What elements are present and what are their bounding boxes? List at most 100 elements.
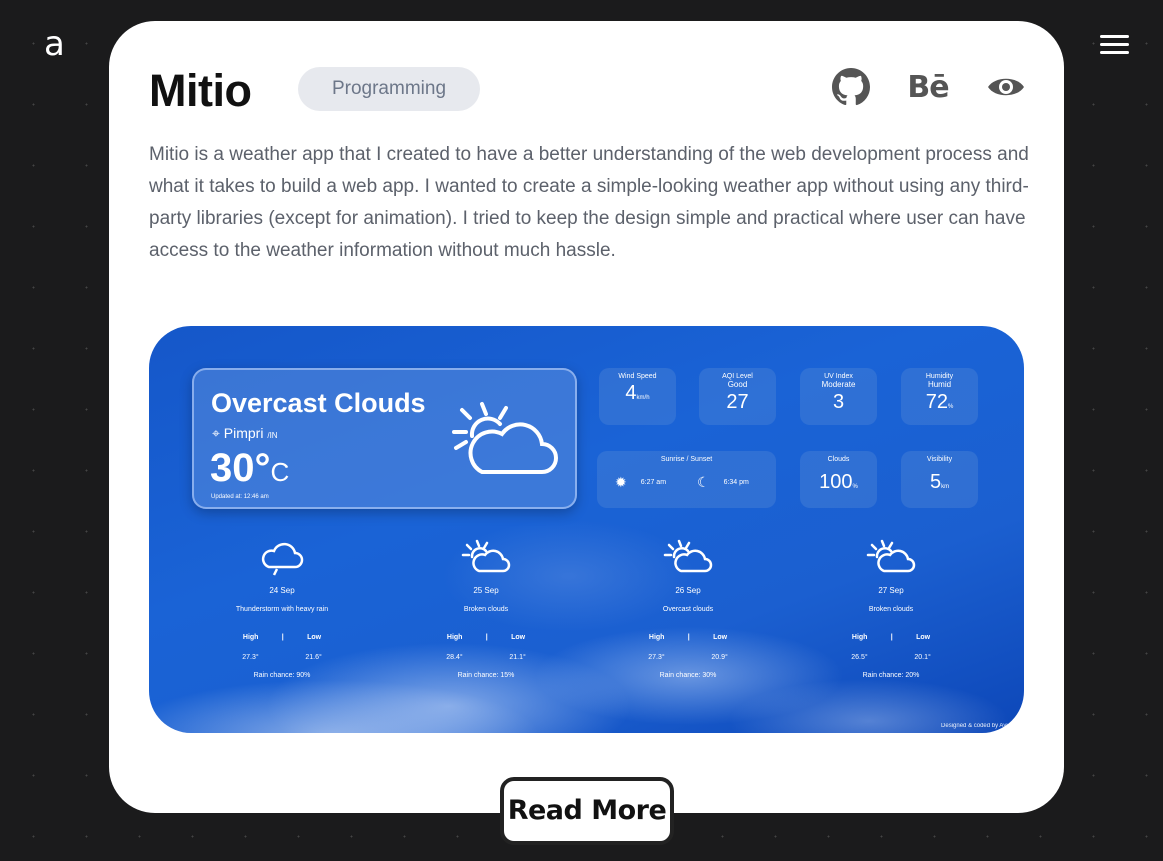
clouds-value: 100% xyxy=(800,471,877,494)
location-pin-icon: ⌖ xyxy=(212,425,220,441)
low-label: Low xyxy=(916,634,931,641)
visibility-label: Visibility xyxy=(926,456,953,463)
visibility-unit: km xyxy=(941,484,950,490)
category-tag: Programming xyxy=(298,67,480,111)
uv-label: UV Index xyxy=(824,373,853,380)
sun-cloud-icon xyxy=(866,539,916,573)
wind-number: 4 xyxy=(625,382,637,404)
forecast-date: 26 Sep xyxy=(675,586,701,595)
sun-cloud-icon xyxy=(461,539,511,573)
forecast-hl-values: 27.3° 21.6° xyxy=(192,654,372,661)
humidity-unit: % xyxy=(947,404,954,410)
eye-icon[interactable] xyxy=(985,67,1027,107)
current-condition: Overcast Clouds xyxy=(211,388,426,418)
high-label: High xyxy=(446,634,463,641)
forecast-card: 25 Sep Broken clouds High | Low 28.4° 21… xyxy=(396,531,576,681)
clouds-number: 100 xyxy=(819,471,853,493)
forecast-date: 27 Sep xyxy=(878,586,904,595)
low-value: 20.1° xyxy=(914,654,931,661)
sun-label: Sunrise / Sunset xyxy=(660,456,713,463)
high-value: 28.4° xyxy=(446,654,463,661)
wind-unit: km/h xyxy=(636,395,650,401)
cloud-icon xyxy=(261,542,304,576)
project-preview-image[interactable]: Overcast Clouds ⌖ Pimpri /IN 30°C Update… xyxy=(149,326,1024,733)
wind-speed-card: Wind Speed 4km/h xyxy=(599,368,676,425)
aqi-label: AQI Level xyxy=(722,373,753,380)
behance-icon[interactable]: Bē xyxy=(906,67,950,107)
clouds-label: Clouds xyxy=(827,456,850,463)
low-label: Low xyxy=(713,634,728,641)
humidity-sub: Humid xyxy=(927,380,952,389)
hl-separator: | xyxy=(687,634,690,641)
forecast-hl-labels: High | Low xyxy=(192,634,372,641)
menu-button[interactable] xyxy=(1100,35,1129,57)
forecast-hl-values: 26.5° 20.1° xyxy=(801,654,981,661)
moon-icon: ☾ xyxy=(697,474,710,490)
city-name: Pimpri xyxy=(223,425,264,441)
sunrise: ✹ 6:27 am xyxy=(615,474,666,491)
country-code: /IN xyxy=(267,431,278,440)
sunrise-time: 6:27 am xyxy=(640,479,667,486)
forecast-rain: Rain chance: 20% xyxy=(862,672,920,679)
uv-card: UV Index Moderate 3 xyxy=(800,368,877,425)
current-weather-panel: Overcast Clouds ⌖ Pimpri /IN 30°C Update… xyxy=(192,368,577,509)
forecast-hl-labels: High | Low xyxy=(801,634,981,641)
sun-cloud-icon xyxy=(452,402,558,474)
sunset-time: 6:34 pm xyxy=(723,479,749,486)
current-temperature: 30°C xyxy=(210,446,289,491)
hl-separator: | xyxy=(485,634,488,641)
uv-sub: Moderate xyxy=(821,380,856,389)
hl-separator: | xyxy=(281,634,284,641)
updated-time: Updated at: 12:46 am xyxy=(211,494,269,500)
forecast-desc: Thunderstorm with heavy rain xyxy=(235,606,329,613)
low-value: 20.9° xyxy=(711,654,728,661)
aqi-card: AQI Level Good 27 xyxy=(699,368,776,425)
visibility-number: 5 xyxy=(929,471,942,493)
project-title: Mitio xyxy=(149,65,252,116)
read-more-button[interactable]: Read More xyxy=(500,777,674,845)
forecast-hl-labels: High | Low xyxy=(396,634,576,641)
high-value: 27.3° xyxy=(242,654,259,661)
visibility-value: 5km xyxy=(901,471,978,494)
sun-cloud-icon xyxy=(663,539,713,573)
aqi-value: 27 xyxy=(726,391,749,413)
project-card: Mitio Programming Bē Mitio is a weather … xyxy=(109,21,1064,813)
aqi-sub: Good xyxy=(727,380,748,389)
wind-value: 4km/h xyxy=(599,382,676,405)
low-label: Low xyxy=(511,634,526,641)
forecast-hl-values: 27.3° 20.9° xyxy=(598,654,778,661)
humidity-value: 72% xyxy=(901,391,978,414)
humidity-label: Humidity xyxy=(925,373,954,380)
forecast-desc: Overcast clouds xyxy=(662,606,714,613)
sunset: ☾ 6:34 pm xyxy=(697,474,749,491)
forecast-card: 27 Sep Broken clouds High | Low 26.5° 20… xyxy=(801,531,981,681)
current-location: ⌖ Pimpri /IN xyxy=(212,425,278,442)
visibility-card: Visibility 5km xyxy=(901,451,978,508)
project-description: Mitio is a weather app that I created to… xyxy=(149,144,1029,261)
forecast-hl-labels: High | Low xyxy=(598,634,778,641)
sunrise-sunset-card: Sunrise / Sunset ✹ 6:27 am ☾ 6:34 pm xyxy=(597,451,776,508)
forecast-date: 25 Sep xyxy=(473,586,499,595)
forecast-rain: Rain chance: 15% xyxy=(457,672,515,679)
hamburger-icon-line xyxy=(1100,43,1129,46)
hl-separator: | xyxy=(890,634,893,641)
forecast-rain: Rain chance: 30% xyxy=(659,672,717,679)
hamburger-icon-line xyxy=(1100,51,1129,54)
temp-value: 30° xyxy=(210,446,271,490)
forecast-card: 26 Sep Overcast clouds High | Low 27.3° … xyxy=(598,531,778,681)
sun-icon: ✹ xyxy=(615,474,627,490)
forecast-date: 24 Sep xyxy=(269,586,295,595)
github-icon[interactable] xyxy=(831,67,871,107)
hamburger-icon-line xyxy=(1100,35,1129,38)
low-value: 21.1° xyxy=(509,654,526,661)
clouds-unit: % xyxy=(852,484,858,490)
high-label: High xyxy=(242,634,259,641)
forecast-rain: Rain chance: 90% xyxy=(253,672,311,679)
high-label: High xyxy=(851,634,868,641)
forecast-desc: Broken clouds xyxy=(463,606,509,613)
low-value: 21.6° xyxy=(305,654,322,661)
clouds-card: Clouds 100% xyxy=(800,451,877,508)
low-label: Low xyxy=(307,634,322,641)
site-logo[interactable]: a xyxy=(44,22,65,66)
humidity-card: Humidity Humid 72% xyxy=(901,368,978,425)
